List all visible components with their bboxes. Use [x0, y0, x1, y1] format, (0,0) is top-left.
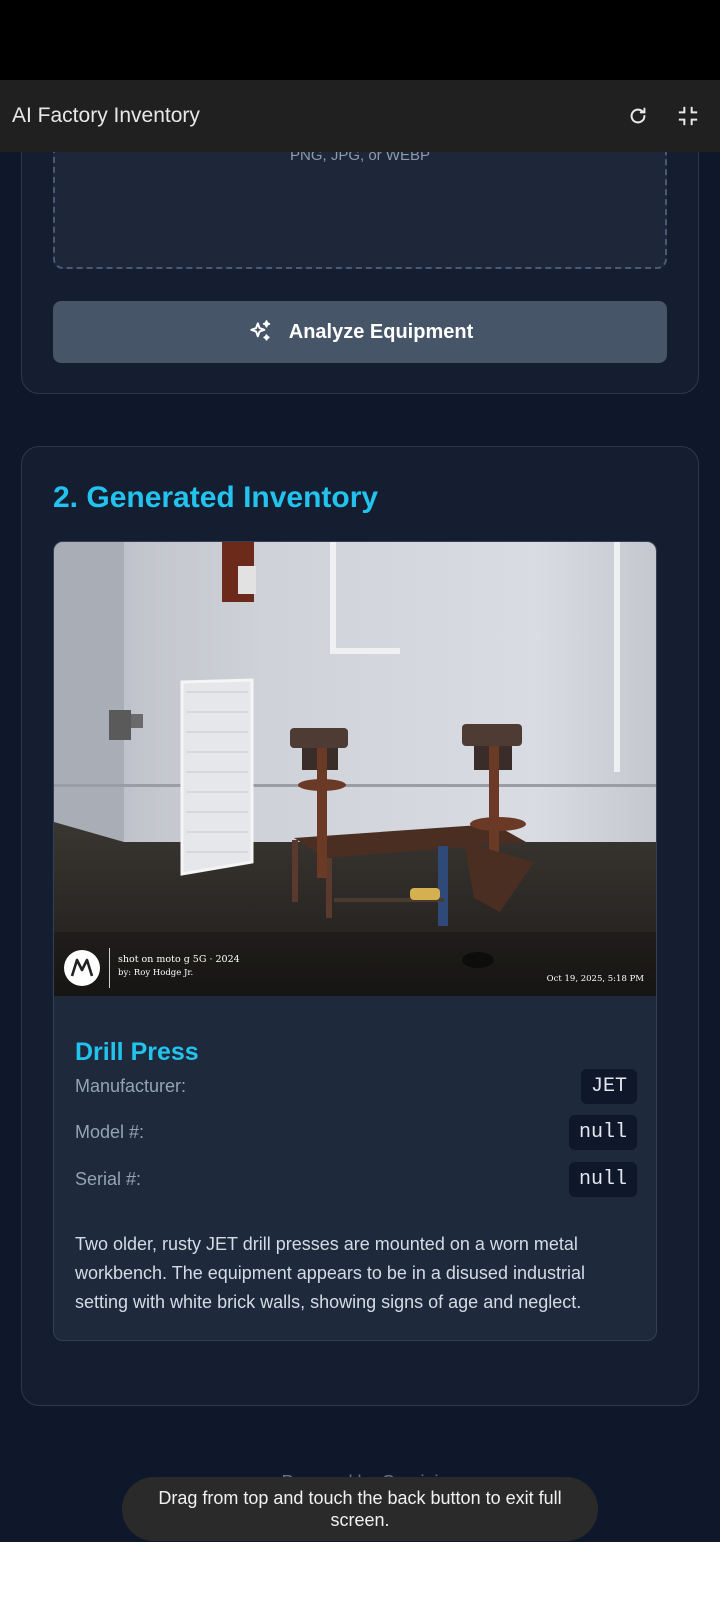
motorola-logo	[64, 950, 100, 986]
item-description: Two older, rusty JET drill presses are m…	[75, 1234, 585, 1312]
watermark-author: by: Roy Hodge Jr.	[118, 968, 194, 978]
analyze-equipment-button[interactable]: Analyze Equipment	[53, 301, 667, 363]
upload-hint: PNG, JPG, or WEBP	[289, 152, 431, 164]
inventory-card: 2. Generated Inventory shot on moto g 5G…	[21, 446, 699, 1406]
inventory-item-card: shot on moto g 5G · 2024 by: Roy Hodge J…	[53, 541, 657, 1341]
app-title: AI Factory Inventory	[12, 104, 200, 127]
sparkles-icon	[247, 319, 273, 345]
field-value: JET	[580, 1068, 637, 1104]
navigation-area	[0, 1542, 720, 1612]
app-bar: AI Factory Inventory	[0, 80, 720, 152]
field-value: null	[568, 1161, 637, 1197]
exit-fullscreen-icon[interactable]	[668, 96, 708, 136]
main-content[interactable]: PNG, JPG, or WEBP Analyze Equipment 2. G…	[0, 152, 720, 1542]
watermark-date: Oct 19, 2025, 5:18 PM	[546, 974, 644, 984]
field-model: Model #: null	[75, 1114, 637, 1150]
equipment-photo: shot on moto g 5G · 2024 by: Roy Hodge J…	[54, 542, 656, 996]
section-title: 2. Generated Inventory	[53, 481, 379, 514]
watermark-divider	[109, 948, 110, 988]
watermark-device: shot on moto g 5G · 2024	[118, 954, 240, 965]
fullscreen-toast: Drag from top and touch the back button …	[122, 1477, 598, 1541]
item-name: Drill Press	[75, 1038, 199, 1066]
upload-dropzone[interactable]: PNG, JPG, or WEBP	[53, 152, 667, 269]
field-label: Model #:	[75, 1121, 145, 1142]
field-manufacturer: Manufacturer: JET	[75, 1068, 637, 1104]
field-value: null	[568, 1114, 637, 1150]
field-label: Manufacturer:	[75, 1075, 187, 1096]
field-serial: Serial #: null	[75, 1161, 637, 1197]
status-bar	[0, 0, 720, 80]
refresh-icon[interactable]	[618, 96, 658, 136]
field-label: Serial #:	[75, 1168, 142, 1189]
analyze-equipment-label: Analyze Equipment	[288, 320, 474, 343]
upload-card: PNG, JPG, or WEBP Analyze Equipment	[21, 152, 699, 394]
